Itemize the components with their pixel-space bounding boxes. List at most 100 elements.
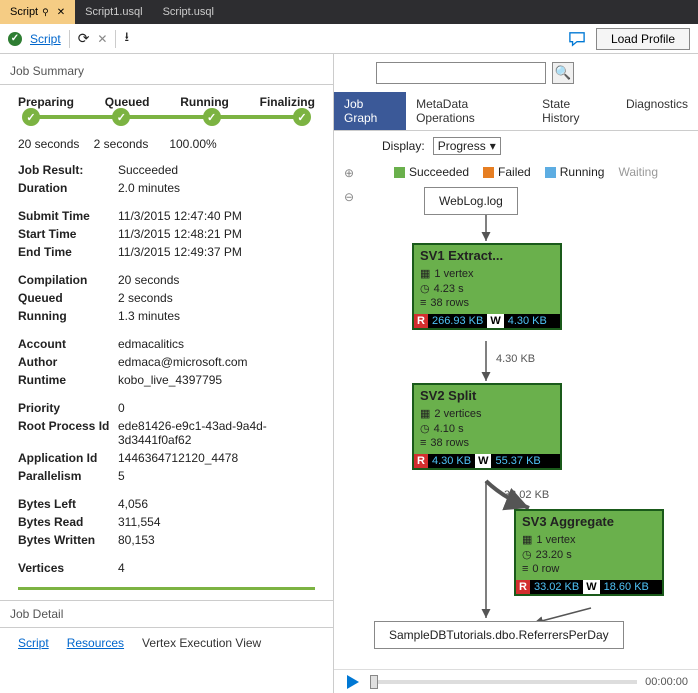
sv2-node[interactable]: SV2 Split ▦2 vertices ◷4.10 s ≡38 rows R…	[412, 383, 562, 470]
priority-label: Priority	[18, 401, 118, 415]
runtime-value: kobo_live_4397795	[118, 373, 315, 387]
job-summary-header: Job Summary	[0, 58, 333, 85]
download-icon[interactable]: ⭳	[124, 28, 129, 50]
vertex-icon: ▦	[420, 407, 430, 420]
tab-state-history[interactable]: State History	[532, 92, 616, 130]
account-value: edmacalitics	[118, 337, 315, 351]
legend-running: Running	[560, 165, 605, 179]
status-check-icon: ✓	[8, 32, 22, 46]
legend-waiting: Waiting	[618, 165, 658, 179]
graph-output-node[interactable]: SampleDBTutorials.dbo.ReferrersPerDay	[374, 621, 624, 649]
stage-dot: ✓	[112, 108, 130, 126]
compilation-value: 20 seconds	[118, 273, 315, 287]
tab-job-graph[interactable]: Job Graph	[334, 92, 406, 130]
stage-running: Running	[180, 95, 229, 109]
close-icon[interactable]: ✕	[97, 32, 107, 46]
script-link[interactable]: Script	[30, 32, 61, 46]
legend-failed: Failed	[498, 165, 531, 179]
display-select[interactable]: Progress▾	[433, 137, 501, 155]
tab-diagnostics[interactable]: Diagnostics	[616, 92, 698, 130]
running-label: Running	[18, 309, 118, 323]
edge-label: 4.30 KB	[496, 353, 535, 365]
tab-script-usql[interactable]: Script.usql	[153, 0, 224, 24]
vertices-value: 4	[118, 561, 315, 575]
compilation-label: Compilation	[18, 273, 118, 287]
stage-value: 2 seconds	[94, 137, 164, 151]
close-icon[interactable]: ✕	[57, 7, 65, 18]
stage-queued: Queued	[105, 95, 150, 109]
feedback-icon[interactable]	[568, 31, 586, 47]
zoom-in-icon[interactable]: ⊕	[344, 166, 354, 180]
rows-icon: ≡	[420, 437, 426, 449]
account-label: Account	[18, 337, 118, 351]
priority-value: 0	[118, 401, 315, 415]
job-detail-resources-link[interactable]: Resources	[67, 636, 124, 650]
sv1-node[interactable]: SV1 Extract... ▦1 vertex ◷4.23 s ≡38 row…	[412, 243, 562, 330]
job-detail-header: Job Detail	[0, 600, 333, 628]
bytes-read-value: 311,554	[118, 515, 315, 529]
duration-label: Duration	[18, 181, 118, 195]
bytes-written-value: 80,153	[118, 533, 315, 547]
clock-icon: ◷	[522, 548, 532, 561]
graph-input-node[interactable]: WebLog.log	[424, 187, 518, 215]
queued-value: 2 seconds	[118, 291, 315, 305]
stage-preparing: Preparing	[18, 95, 74, 109]
job-detail-vev-link[interactable]: Vertex Execution View	[142, 636, 261, 650]
vertices-label: Vertices	[18, 561, 118, 575]
bytes-read-label: Bytes Read	[18, 515, 118, 529]
sv3-node[interactable]: SV3 Aggregate ▦1 vertex ◷23.20 s ≡0 row …	[514, 509, 664, 596]
play-button[interactable]	[344, 673, 362, 691]
right-tabs: Job Graph MetaData Operations State Hist…	[334, 92, 698, 131]
clock-icon: ◷	[420, 282, 430, 295]
tab-script[interactable]: Script⚲✕	[0, 0, 75, 24]
tab-script1-usql[interactable]: Script1.usql	[75, 0, 152, 24]
app-id-value: 1446364712120_4478	[118, 451, 315, 465]
sv2-title: SV2 Split	[414, 385, 560, 406]
root-process-label: Root Process Id	[18, 419, 118, 447]
tab-metadata-ops[interactable]: MetaData Operations	[406, 92, 532, 130]
runtime-label: Runtime	[18, 373, 118, 387]
playback-slider[interactable]	[370, 680, 637, 684]
job-detail-script-link[interactable]: Script	[18, 636, 49, 650]
search-icon: 🔍	[555, 65, 572, 81]
stage-value	[245, 137, 315, 151]
right-panel: 🔍 Job Graph MetaData Operations State Hi…	[334, 54, 698, 693]
search-input[interactable]	[376, 62, 546, 84]
clock-icon: ◷	[420, 422, 430, 435]
stage-value: 100.00%	[169, 137, 239, 151]
vertex-icon: ▦	[420, 267, 430, 280]
toolbar: ✓ Script ⟳ ✕ ⭳ Load Profile	[0, 24, 698, 54]
submit-time-label: Submit Time	[18, 209, 118, 223]
rows-icon: ≡	[522, 563, 528, 575]
duration-value: 2.0 minutes	[118, 181, 315, 195]
search-button[interactable]: 🔍	[552, 62, 574, 84]
parallelism-label: Parallelism	[18, 469, 118, 483]
sv1-title: SV1 Extract...	[414, 245, 560, 266]
job-result-label: Job Result:	[18, 163, 118, 177]
queued-label: Queued	[18, 291, 118, 305]
file-tabs: Script⚲✕ Script1.usql Script.usql	[0, 0, 698, 24]
bytes-left-value: 4,056	[118, 497, 315, 511]
playback-bar: 00:00:00	[334, 669, 698, 693]
pin-icon: ⚲	[42, 7, 49, 18]
sv3-title: SV3 Aggregate	[516, 511, 662, 532]
refresh-icon[interactable]: ⟳	[78, 30, 90, 47]
bytes-left-label: Bytes Left	[18, 497, 118, 511]
job-graph-canvas[interactable]: WebLog.log SV1 Extract... ▦1 vertex ◷4.2…	[334, 183, 698, 693]
job-result-value: Succeeded	[118, 163, 315, 177]
start-time-label: Start Time	[18, 227, 118, 241]
chevron-down-icon: ▾	[490, 139, 496, 153]
author-value: edmaca@microsoft.com	[118, 355, 315, 369]
running-value: 1.3 minutes	[118, 309, 315, 323]
stage-value: 20 seconds	[18, 137, 88, 151]
load-profile-button[interactable]: Load Profile	[596, 28, 690, 50]
rows-icon: ≡	[420, 297, 426, 309]
parallelism-value: 5	[118, 469, 315, 483]
stage-dot: ✓	[293, 108, 311, 126]
bytes-written-label: Bytes Written	[18, 533, 118, 547]
end-time-value: 11/3/2015 12:49:37 PM	[118, 245, 315, 259]
stage-dot: ✓	[203, 108, 221, 126]
stage-finalizing: Finalizing	[260, 95, 315, 109]
app-id-label: Application Id	[18, 451, 118, 465]
display-label: Display:	[382, 139, 425, 153]
